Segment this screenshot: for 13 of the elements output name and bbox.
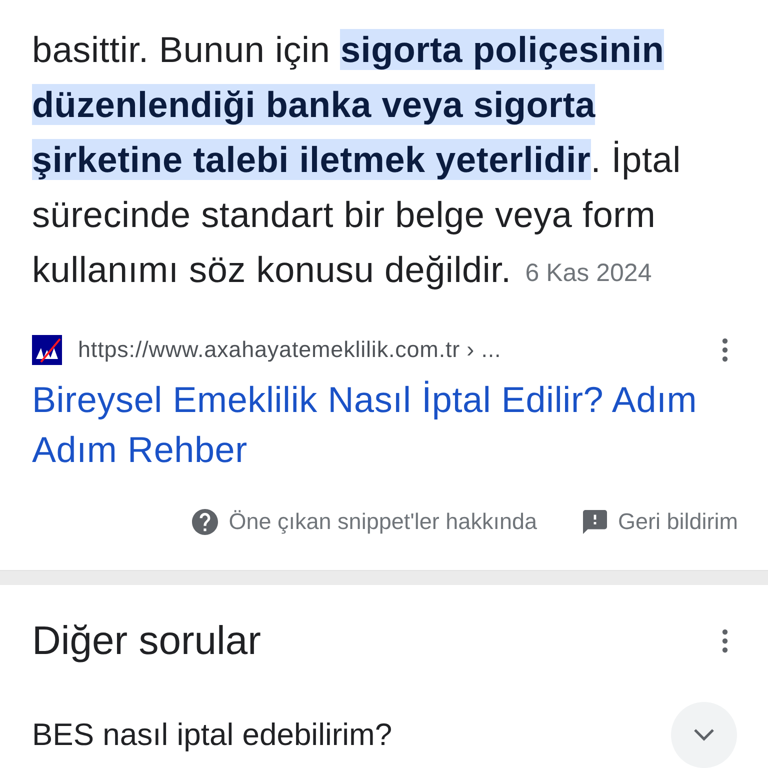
section-heading: Diğer sorular (32, 618, 261, 664)
more-options-icon (722, 629, 728, 653)
question-text: BES nasıl iptal edebilirim? (32, 717, 392, 753)
about-snippets-link[interactable]: Öne çıkan snippet'ler hakkında (192, 509, 537, 535)
site-logo-icon (32, 335, 62, 365)
result-title-link[interactable]: Bireysel Emeklilik Nasıl İptal Edilir? Adım Adım Rehber (32, 375, 737, 475)
chevron-down-icon (693, 728, 715, 742)
source-url: https://www.axahayatemeklilik.com.tr › ... (78, 337, 502, 363)
help-icon (192, 509, 218, 535)
feedback-link[interactable]: Geri bildirim (582, 509, 738, 535)
more-options-icon (722, 338, 728, 362)
snippet-date: 6 Kas 2024 (525, 258, 652, 288)
feedback-icon (582, 510, 607, 534)
